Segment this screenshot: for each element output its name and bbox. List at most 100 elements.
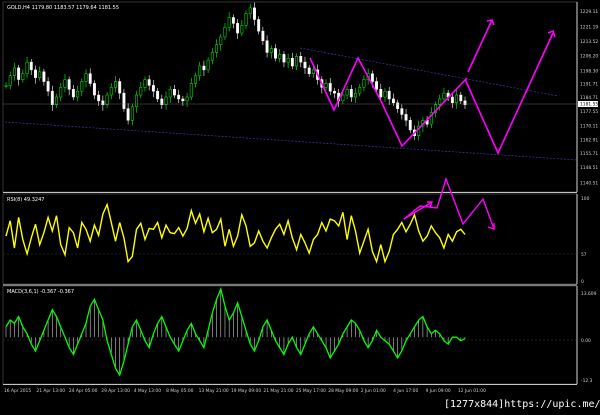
trading-chart[interactable]: GOLD,H4 1179.80 1183.57 1179.64 1181.55 …: [0, 0, 600, 415]
price-tick-label: 1184.71: [580, 95, 598, 101]
macd-tick-top: 13.609: [581, 291, 597, 297]
candle: [143, 79, 147, 88]
price-tick-label: 1229.11: [580, 9, 598, 15]
candle: [38, 71, 42, 78]
candle: [4, 85, 8, 87]
candle: [248, 7, 252, 14]
candle: [8, 75, 12, 86]
candle: [396, 102, 400, 109]
candle: [341, 94, 345, 102]
candle: [223, 27, 227, 38]
candle: [92, 83, 96, 96]
candle: [50, 90, 54, 105]
candle: [67, 79, 71, 90]
candle: [408, 120, 412, 131]
candle: [25, 61, 29, 74]
candle: [17, 67, 21, 80]
candle: [80, 81, 84, 92]
candle: [450, 96, 454, 104]
candle: [282, 54, 286, 63]
candle: [307, 67, 311, 74]
time-axis-label: 21 Apr 13:00: [36, 388, 65, 394]
candle: [29, 61, 33, 71]
candle: [97, 94, 101, 102]
time-axis-label: 4 Jun 17:00: [393, 388, 418, 394]
candle: [189, 83, 193, 98]
candle: [261, 30, 265, 42]
candle: [219, 36, 223, 45]
candle: [84, 73, 88, 82]
candle: [286, 58, 290, 63]
price-tick-label: 1148.51: [580, 165, 598, 171]
candle: [227, 17, 231, 28]
time-axis-label: 2 Jun 01:00: [361, 388, 386, 394]
time-axis-label: 29 Apr 13:00: [101, 388, 130, 394]
candle: [55, 96, 58, 105]
candle: [139, 87, 143, 96]
candle: [168, 89, 172, 98]
candle: [295, 56, 299, 67]
candle: [194, 75, 197, 84]
candle: [269, 48, 273, 53]
candle: [59, 87, 63, 98]
price-tick-label: 1206.20: [580, 53, 598, 59]
candle: [244, 13, 248, 26]
candle: [236, 23, 240, 34]
candle: [172, 89, 176, 96]
candle: [164, 96, 168, 105]
candle: [362, 79, 366, 88]
time-axis-label: 28 May 09:00: [328, 388, 358, 394]
candle: [358, 87, 362, 94]
candle: [185, 96, 189, 102]
price-tick-label: 1191.71: [580, 81, 598, 87]
candle: [299, 56, 303, 63]
candle: [383, 90, 387, 98]
candle: [257, 19, 261, 32]
candle: [278, 54, 282, 59]
candle: [375, 81, 379, 90]
candle: [156, 90, 160, 100]
candle: [88, 73, 92, 84]
candle: [71, 89, 75, 98]
candle: [42, 71, 46, 82]
candle: [147, 79, 151, 86]
candle: [215, 44, 219, 53]
time-axis-label: 8 May 05:00: [166, 388, 194, 394]
time-axis-label: 9 Jun 09:00: [426, 388, 451, 394]
candle: [12, 67, 16, 76]
candle: [442, 92, 446, 100]
candle: [202, 65, 206, 71]
candle: [118, 81, 122, 94]
candle: [265, 40, 269, 53]
candle: [126, 108, 130, 121]
time-axis-label: 12 Jun 01:00: [458, 388, 486, 394]
time-axis-label: 4 May 13:00: [134, 388, 162, 394]
price-tick-label: 1198.30: [580, 69, 598, 75]
candle: [252, 7, 256, 20]
candle: [404, 114, 408, 121]
time-axis-label: 24 Apr 05:00: [69, 388, 98, 394]
time-axis-label: 13 May 21:00: [199, 388, 229, 394]
macd-pane-title: MACD(3,6,1) -0.367 -0.367: [7, 289, 74, 295]
candle: [333, 90, 336, 94]
candle: [455, 94, 459, 104]
price-pane-title: GOLD,H4 1179.80 1183.57 1179.64 1181.55: [7, 5, 119, 11]
price-tick-label: 1170.11: [580, 123, 598, 129]
candle: [387, 90, 391, 100]
price-tick-label: 1213.52: [580, 39, 598, 45]
price-tick-label: 1177.55: [580, 109, 598, 115]
candle: [105, 94, 109, 105]
candle: [122, 92, 126, 109]
candle: [303, 61, 307, 69]
rsi-tick-bottom: 0: [581, 279, 584, 285]
time-axis-label: 21 May 21:00: [263, 388, 293, 394]
candle: [274, 48, 277, 59]
candle: [181, 98, 185, 102]
macd-tick-zero: 0.00: [581, 338, 591, 344]
candle: [46, 81, 50, 92]
price-tick-label: 1140.51: [580, 181, 598, 187]
candle: [391, 98, 395, 104]
rsi-pane-title: RSI(8) 49.3247: [7, 197, 44, 203]
candle: [328, 83, 332, 92]
candle: [76, 90, 80, 98]
